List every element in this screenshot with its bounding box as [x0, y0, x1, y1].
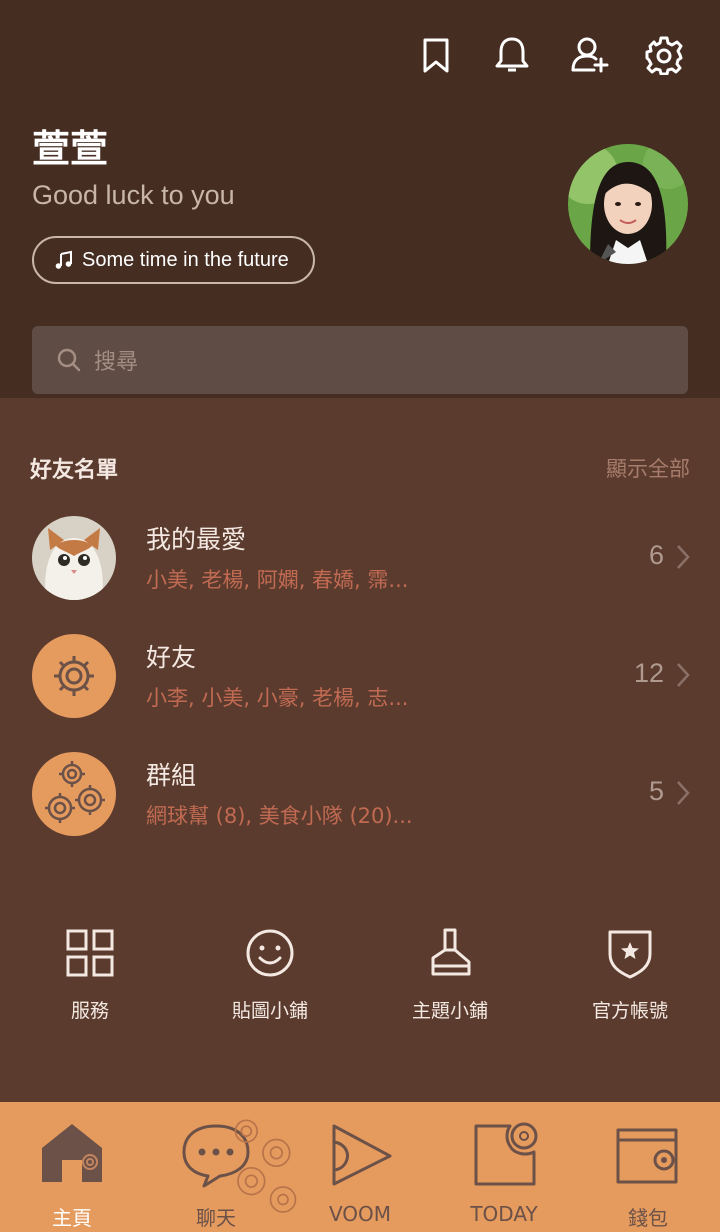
tab-label: TODAY [470, 1202, 538, 1226]
chevron-right-icon [677, 545, 690, 569]
shortcut-label: 服務 [70, 1000, 109, 1022]
today-icon [474, 1122, 538, 1186]
brush-icon [431, 928, 471, 976]
notification-bell-icon[interactable] [489, 32, 535, 78]
wallet-icon [616, 1128, 678, 1184]
search-placeholder: 搜尋 [94, 350, 139, 375]
shield-star-icon [608, 930, 652, 979]
profile-header: 萱萱 Good luck to you Some time in the fut… [0, 0, 720, 398]
status-message[interactable]: Good luck to you [32, 180, 235, 211]
row-members: 小李, 小美, 小豪, 老楊, 志... [146, 686, 409, 710]
row-members: 網球幫 (8), 美食小隊 (20)... [146, 804, 413, 828]
friends-gear-avatar [32, 634, 116, 718]
groups-gears-avatar [32, 752, 116, 836]
shortcut-label: 主題小鋪 [411, 1000, 488, 1022]
tab-label: VOOM [328, 1202, 392, 1226]
row-count: 6 [648, 540, 664, 570]
bookmark-icon[interactable] [413, 32, 459, 78]
tab-home[interactable]: 主頁 [0, 1102, 144, 1232]
shortcut-label: 官方帳號 [591, 1000, 668, 1022]
profile-avatar[interactable] [568, 144, 688, 264]
row-count: 12 [633, 658, 664, 688]
row-title: 群組 [146, 761, 197, 790]
tab-wallet[interactable]: 錢包 [576, 1102, 720, 1232]
official-accounts-shortcut[interactable]: 官方帳號 [540, 926, 720, 1026]
chevron-right-icon [677, 663, 690, 687]
tab-chat[interactable]: 聊天 [144, 1102, 297, 1232]
tab-today[interactable]: TODAY [432, 1102, 576, 1232]
row-title: 我的最愛 [146, 525, 247, 554]
row-members: 小美, 老楊, 阿嫻, 春嬌, 霈... [146, 568, 409, 592]
tab-label: 錢包 [628, 1206, 668, 1230]
sticker-shop-shortcut[interactable]: 貼圖小鋪 [180, 926, 360, 1026]
row-title: 好友 [146, 643, 197, 672]
chevron-right-icon [677, 781, 690, 805]
search-input[interactable]: 搜尋 [32, 326, 688, 394]
tab-label: 主頁 [52, 1206, 92, 1230]
friends-row[interactable]: 好友 小李, 小美, 小豪, 老楊, 志... 12 [0, 634, 720, 734]
show-all-link[interactable]: 顯示全部 [606, 453, 690, 483]
shortcut-label: 貼圖小鋪 [231, 1000, 308, 1022]
theme-shop-shortcut[interactable]: 主題小鋪 [360, 926, 540, 1026]
smiley-icon [246, 929, 294, 977]
add-friend-icon[interactable] [567, 32, 613, 78]
bottom-tab-bar: 主頁 聊天 VOOM TODAY 錢包 [0, 1102, 720, 1232]
profile-music-button[interactable]: Some time in the future [32, 236, 315, 284]
groups-row[interactable]: 群組 網球幫 (8), 美食小隊 (20)... 5 [0, 752, 720, 852]
favorites-row[interactable]: 我的最愛 小美, 老楊, 阿嫻, 春嬌, 霈... 6 [0, 516, 720, 616]
favorites-cat-avatar [32, 516, 116, 600]
tab-label: 聊天 [196, 1206, 236, 1230]
music-title: Some time in the future [82, 248, 289, 271]
music-note-icon [55, 250, 72, 269]
grid-icon [66, 929, 114, 977]
services-shortcut[interactable]: 服務 [0, 926, 180, 1026]
profile-name[interactable]: 萱萱 [32, 118, 108, 173]
settings-gear-icon[interactable] [641, 32, 687, 78]
tab-voom[interactable]: VOOM [288, 1102, 432, 1232]
friends-section-title: 好友名單 [30, 458, 119, 483]
search-icon [57, 348, 81, 372]
play-icon [332, 1124, 392, 1186]
home-icon [42, 1124, 102, 1182]
row-count: 5 [648, 776, 664, 806]
